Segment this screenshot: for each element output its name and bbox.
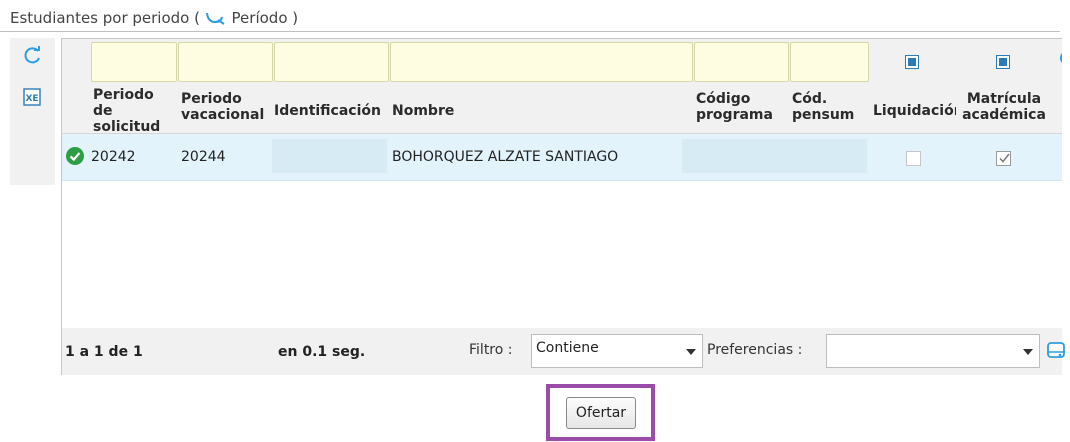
save-preferences-icon[interactable] [1046, 340, 1066, 360]
col-cod-pensum[interactable]: Cód. pensum [792, 91, 854, 123]
col-cod-pensum-l1: Cód. [792, 91, 828, 107]
column-search-icon[interactable] [1058, 49, 1062, 67]
checkmark-icon [999, 153, 1010, 163]
select-all-liquidacion-checkbox[interactable] [905, 55, 919, 69]
col-identificacion[interactable]: Identificación [274, 103, 381, 119]
chevron-down-icon [1023, 349, 1033, 355]
col-periodo-vacacional-l1: Periodo [181, 91, 242, 107]
col-cod-pensum-l2: pensum [792, 107, 855, 123]
col-codigo-programa-l1: Código [696, 91, 751, 107]
grid-footer: 1 a 1 de 1 en 0.1 seg. Filtro : Contiene… [61, 328, 1065, 375]
col-liquidacion[interactable]: Liquidación [873, 103, 956, 119]
liquidacion-checkbox[interactable] [906, 151, 921, 166]
col-periodo-solicitud-l1: Periodo [93, 87, 154, 103]
title-divider [0, 31, 1060, 32]
filter-nombre[interactable] [390, 42, 693, 82]
title-suffix: ) [292, 9, 299, 27]
col-matricula-l2: académica [962, 107, 1046, 123]
refresh-icon[interactable] [22, 46, 42, 66]
filter-codigo-programa[interactable] [694, 42, 789, 82]
select-all-matricula-checkbox[interactable] [996, 55, 1010, 69]
matricula-academica-checkbox[interactable] [996, 151, 1011, 166]
excel-export-icon[interactable]: XE [23, 88, 41, 106]
filter-cod-pensum[interactable] [790, 42, 869, 82]
col-matricula-l1: Matrícula [966, 91, 1042, 107]
col-nombre[interactable]: Nombre [392, 103, 454, 119]
filter-label: Filtro : [469, 342, 513, 358]
excel-icon-text: XE [25, 94, 38, 104]
col-periodo-vacacional[interactable]: Periodo vacacional [181, 91, 264, 123]
section-title: Estudiantes por periodo ( Período ) [10, 9, 298, 27]
col-liquidacion-l1: Liquidación [873, 103, 956, 119]
period-link-label: Período [231, 9, 288, 27]
preferences-label: Preferencias : [707, 342, 803, 358]
col-nombre-l1: Nombre [392, 103, 455, 119]
col-identificacion-l1: Identificación [274, 103, 381, 119]
chevron-down-icon [686, 349, 696, 355]
filter-select[interactable]: Contiene [531, 334, 703, 368]
table-row[interactable]: 20242 20244 BOHORQUEZ ALZATE SANTIAGO [62, 134, 1062, 181]
grid-toolbar: XE [10, 38, 55, 185]
filter-periodo-vacacional[interactable] [178, 42, 273, 82]
col-periodo-solicitud-l2: de [93, 103, 113, 119]
filter-select-value: Contiene [536, 340, 599, 356]
title-prefix: Estudiantes por periodo ( [10, 9, 200, 27]
cell-periodo-vacacional: 20244 [181, 149, 226, 165]
period-search-link[interactable]: Período [205, 9, 293, 27]
col-periodo-solicitud-l3: solicitud [93, 119, 161, 131]
filter-identificacion[interactable] [274, 42, 389, 82]
grid-header: Periodo de solicitud Periodo vacacional … [62, 39, 1062, 134]
col-codigo-programa-l2: programa [696, 107, 773, 123]
cell-codigo-programa [682, 139, 867, 173]
pager-info: 1 a 1 de 1 [65, 344, 143, 360]
cell-periodo-solicitud: 20242 [91, 149, 136, 165]
ofertar-button[interactable]: Ofertar [566, 397, 636, 429]
search-icon [205, 12, 225, 25]
check-circle-icon [66, 147, 84, 165]
filter-periodo-solicitud[interactable] [91, 42, 177, 82]
query-timing: en 0.1 seg. [278, 344, 366, 360]
col-periodo-solicitud[interactable]: Periodo de solicitud [93, 87, 160, 131]
cell-nombre: BOHORQUEZ ALZATE SANTIAGO [392, 149, 619, 165]
col-periodo-vacacional-l2: vacacional [181, 107, 265, 123]
cell-identificacion [272, 139, 387, 173]
students-grid: Periodo de solicitud Periodo vacacional … [61, 38, 1062, 329]
preferences-select[interactable] [826, 334, 1040, 368]
col-matricula-academica[interactable]: Matrícula académica [958, 91, 1050, 123]
col-codigo-programa[interactable]: Código programa [696, 91, 773, 123]
